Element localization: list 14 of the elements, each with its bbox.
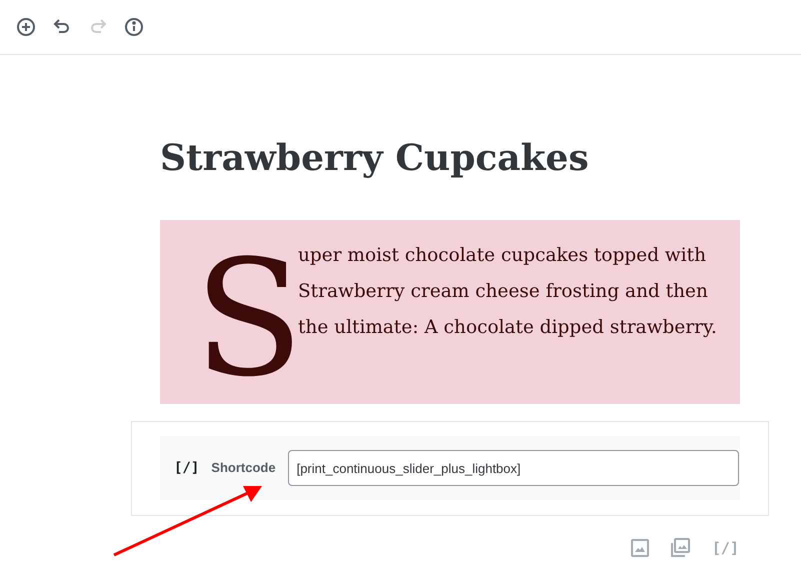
shortcode-field[interactable]: [print_continuous_slider_plus_lightbox] <box>288 450 739 486</box>
gallery-icon <box>670 538 690 558</box>
add-icon <box>16 17 36 37</box>
image-icon <box>630 539 649 557</box>
redo-icon <box>89 18 107 36</box>
info-button[interactable] <box>124 17 144 37</box>
undo-icon <box>53 18 71 36</box>
shortcode-icon: [/] <box>174 458 200 478</box>
add-button[interactable] <box>16 17 36 37</box>
shortcode-label: Shortcode <box>211 459 276 478</box>
drop-cap: S <box>194 244 298 394</box>
post-title[interactable]: Strawberry Cupcakes <box>160 135 589 181</box>
paragraph-text: uper moist chocolate cupcakes topped with Strawberry cream cheese frosting and then the ultimate: A chocolate dipped strawberry. <box>298 244 718 340</box>
info-icon <box>124 17 144 37</box>
